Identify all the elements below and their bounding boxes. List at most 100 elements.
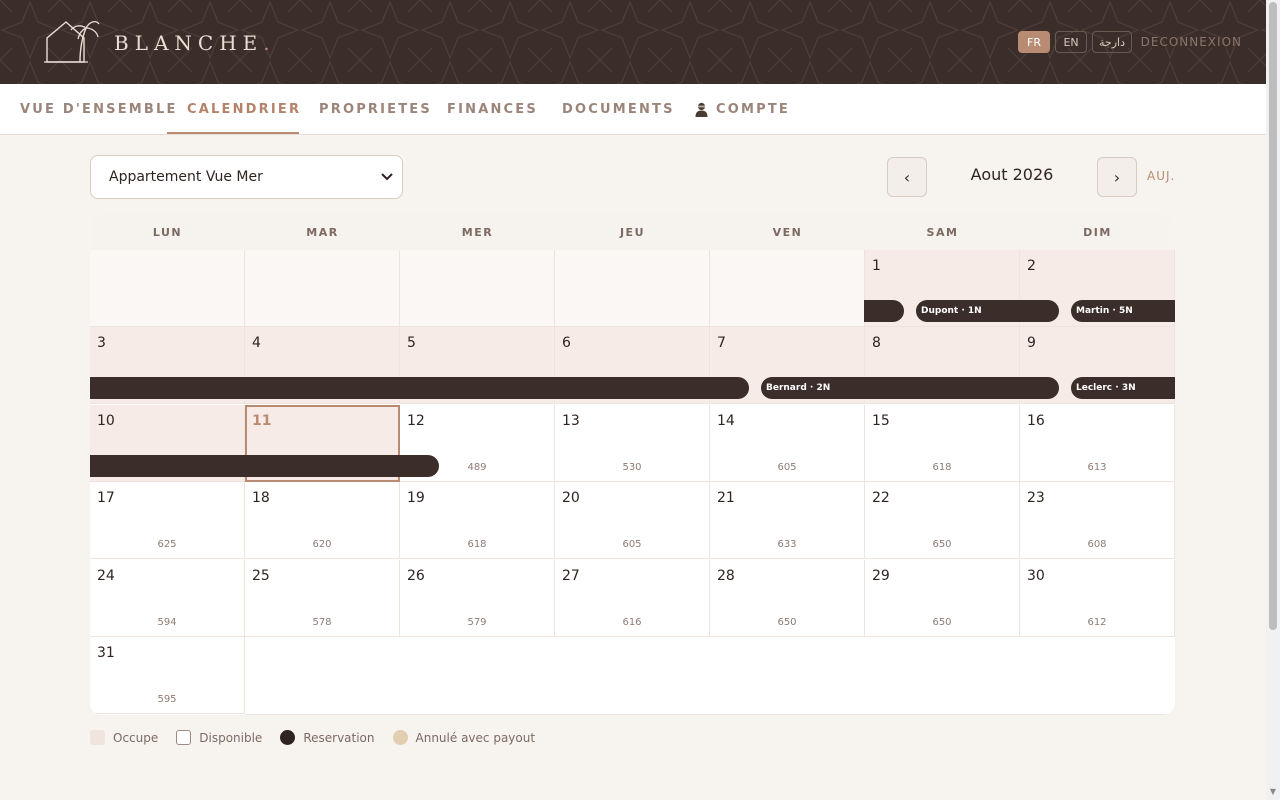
calendar-day-cell[interactable]: 27 616 bbox=[555, 560, 710, 637]
calendar-empty-cell bbox=[555, 250, 710, 327]
day-price: 579 bbox=[467, 617, 487, 628]
calendar-day-cell[interactable]: 19 618 bbox=[400, 482, 555, 559]
tab-account-label: COMPTE bbox=[716, 101, 791, 117]
day-number: 13 bbox=[562, 413, 580, 429]
day-price: 594 bbox=[157, 617, 177, 628]
calendar-day-cell[interactable]: 15 618 bbox=[865, 405, 1020, 482]
weekday-label: JEU bbox=[619, 225, 646, 239]
language-switcher: FR EN دارجة bbox=[1018, 31, 1132, 53]
tab-documents[interactable]: DOCUMENTS bbox=[562, 84, 675, 134]
tab-finances[interactable]: FINANCES bbox=[447, 84, 538, 134]
tab-properties[interactable]: PROPRIETES bbox=[319, 84, 432, 134]
day-number: 8 bbox=[872, 335, 881, 351]
reservation-bar[interactable] bbox=[864, 300, 904, 322]
reservation-bar[interactable]: Bernard · 2N bbox=[761, 377, 1059, 399]
weekday-header: LUN MAR MER JEU VEN SAM DIM bbox=[90, 214, 1175, 250]
day-number: 24 bbox=[97, 568, 115, 584]
calendar-day-cell[interactable]: 20 605 bbox=[555, 482, 710, 559]
prev-month-button[interactable]: ‹ bbox=[887, 157, 927, 197]
weekday-label: LUN bbox=[152, 225, 183, 239]
day-number: 30 bbox=[1027, 568, 1045, 584]
day-price: 595 bbox=[157, 694, 177, 705]
day-price: 618 bbox=[467, 539, 487, 550]
today-button[interactable]: AUJ. bbox=[1147, 169, 1175, 183]
day-number: 25 bbox=[252, 568, 270, 584]
day-number: 23 bbox=[1027, 490, 1045, 506]
calendar-day-cell[interactable]: 28 650 bbox=[710, 560, 865, 637]
tab-overview[interactable]: VUE D'ENSEMBLE bbox=[20, 84, 178, 134]
scroll-down-icon[interactable]: ▼ bbox=[1269, 788, 1277, 796]
next-month-button[interactable]: › bbox=[1097, 157, 1137, 197]
calendar-day-cell[interactable]: 21 633 bbox=[710, 482, 865, 559]
house-palm-icon bbox=[44, 21, 100, 63]
active-tab-indicator bbox=[167, 132, 299, 134]
brand-logo[interactable]: BLANCHE. bbox=[44, 18, 276, 64]
weekday-label: MER bbox=[461, 225, 494, 239]
legend-available: Disponible bbox=[176, 730, 262, 745]
legend-cancelled-payout: Annulé avec payout bbox=[392, 730, 536, 745]
calendar-empty-cell bbox=[400, 250, 555, 327]
user-icon bbox=[695, 102, 708, 117]
reservation-bar[interactable]: Martin · 5N bbox=[1071, 300, 1175, 322]
legend-label: Reservation bbox=[303, 730, 375, 745]
logout-link[interactable]: DECONNEXION bbox=[1141, 35, 1242, 49]
day-price: 633 bbox=[777, 539, 797, 550]
day-number: 27 bbox=[562, 568, 580, 584]
calendar-day-cell[interactable]: 26 579 bbox=[400, 560, 555, 637]
calendar-day-cell[interactable]: 22 650 bbox=[865, 482, 1020, 559]
day-price: 625 bbox=[157, 539, 177, 550]
day-number: 31 bbox=[97, 645, 115, 661]
weekday-label: MAR bbox=[306, 225, 339, 239]
calendar-day-cell[interactable]: 16 613 bbox=[1020, 405, 1175, 482]
day-price: 612 bbox=[1087, 617, 1107, 628]
reservation-bar[interactable]: Dupont · 1N bbox=[916, 300, 1059, 322]
calendar-empty-cell bbox=[90, 250, 245, 327]
calendar-day-cell[interactable]: 30 612 bbox=[1020, 560, 1175, 637]
calendar-day-cell[interactable]: 13 530 bbox=[555, 405, 710, 482]
today-day-number: 11 bbox=[252, 413, 272, 429]
lang-en-button[interactable]: EN bbox=[1055, 31, 1088, 53]
lang-fr-button[interactable]: FR bbox=[1018, 31, 1051, 53]
day-number: 6 bbox=[562, 335, 571, 351]
scrollbar-thumb[interactable] bbox=[1269, 2, 1277, 630]
tab-calendar[interactable]: CALENDRIER bbox=[187, 84, 301, 134]
day-number: 22 bbox=[872, 490, 890, 506]
calendar-grid: LUNMARMERJEUVENSAMDIM 123456789101111124… bbox=[90, 214, 1175, 715]
day-number: 21 bbox=[717, 490, 735, 506]
day-price: 613 bbox=[1087, 462, 1107, 473]
day-price: 618 bbox=[932, 462, 952, 473]
day-number: 18 bbox=[252, 490, 270, 506]
day-number: 19 bbox=[407, 490, 425, 506]
day-price: 530 bbox=[622, 462, 642, 473]
weekday-label: DIM bbox=[1083, 225, 1112, 239]
reservation-bar[interactable]: Leclerc · 3N bbox=[1071, 377, 1175, 399]
calendar-legend: Occupe Disponible Reservation Annulé ave… bbox=[90, 730, 535, 745]
lang-darija-button[interactable]: دارجة bbox=[1092, 31, 1132, 53]
day-price: 620 bbox=[312, 539, 332, 550]
calendar-day-cell[interactable]: 14 605 bbox=[710, 405, 865, 482]
day-price: 578 bbox=[312, 617, 332, 628]
property-select[interactable]: Appartement Vue Mer bbox=[90, 155, 403, 199]
calendar-day-cell[interactable]: 25 578 bbox=[245, 560, 400, 637]
calendar-day-cell[interactable]: 29 650 bbox=[865, 560, 1020, 637]
calendar-trailing-blank bbox=[245, 637, 1175, 715]
weekday-label: VEN bbox=[772, 225, 803, 239]
main-nav: VUE D'ENSEMBLE CALENDRIER PROPRIETES FIN… bbox=[0, 84, 1266, 135]
reservation-bar[interactable] bbox=[90, 455, 439, 477]
calendar-day-cell[interactable]: 17 625 bbox=[90, 482, 245, 559]
day-price: 608 bbox=[1087, 539, 1107, 550]
current-month-label: Aout 2026 bbox=[970, 165, 1054, 184]
weekday-label: SAM bbox=[926, 225, 959, 239]
legend-label: Annulé avec payout bbox=[415, 730, 536, 745]
calendar-day-cell[interactable]: 23 608 bbox=[1020, 482, 1175, 559]
legend-label: Occupe bbox=[113, 730, 159, 745]
day-price: 650 bbox=[932, 539, 952, 550]
calendar-day-cell[interactable]: 18 620 bbox=[245, 482, 400, 559]
occupied-swatch bbox=[90, 730, 105, 745]
page-scrollbar[interactable]: ▼ bbox=[1266, 0, 1280, 800]
calendar-day-cell[interactable]: 31 595 bbox=[90, 637, 245, 714]
reservation-bar[interactable] bbox=[90, 377, 749, 399]
tab-account[interactable]: COMPTE bbox=[695, 84, 790, 134]
cancelled-swatch bbox=[392, 730, 408, 745]
calendar-day-cell[interactable]: 24 594 bbox=[90, 560, 245, 637]
